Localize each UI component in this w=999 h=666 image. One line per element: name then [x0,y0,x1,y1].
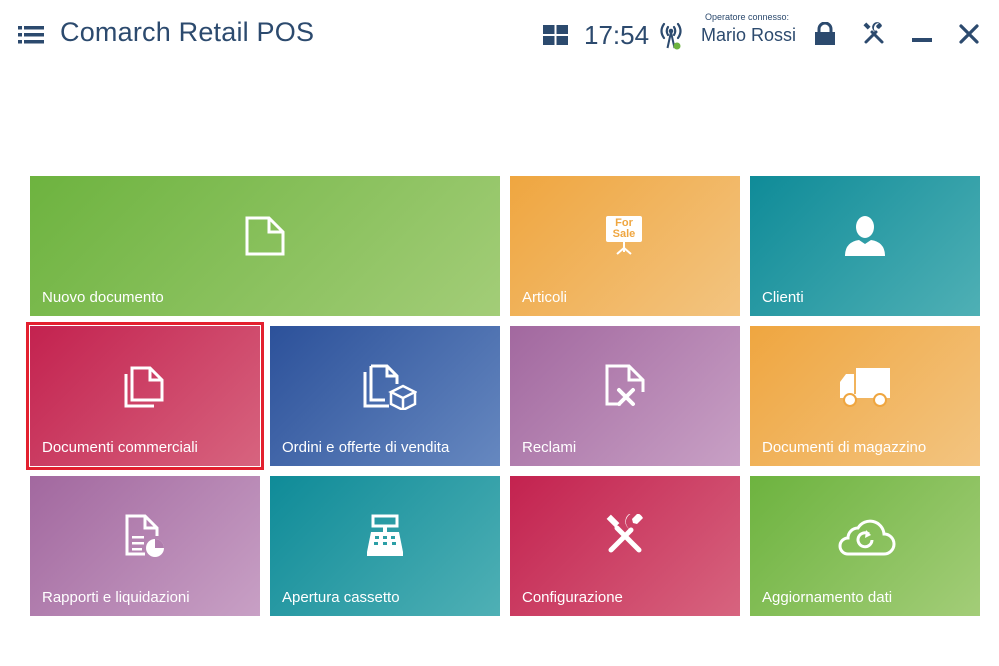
header-bar: Comarch Retail POS 17:54 Operatore conne… [0,0,999,70]
tile-label: Apertura cassetto [282,589,400,606]
tile-label: Articoli [522,289,568,306]
person-icon [845,216,885,256]
tile-label: Rapporti e liquidazioni [42,589,190,606]
documents-box-icon [363,364,417,410]
cash-register-icon [367,514,403,556]
operator-label: Operatore connesso: [705,12,790,22]
minimize-button[interactable] [912,38,932,42]
report-chart-icon [125,514,164,557]
tile-label: Configurazione [522,589,623,606]
settings-tools-icon[interactable] [862,22,886,46]
tile-reclami[interactable]: Reclami [510,326,740,466]
tile-articoli[interactable]: For Sale Articoli [510,176,740,316]
tile-apertura-cassetto[interactable]: Apertura cassetto [270,476,500,616]
truck-icon [840,368,890,407]
tile-label: Documenti commerciali [42,439,198,456]
close-button[interactable] [959,24,979,44]
hamburger-menu-icon[interactable] [18,24,44,46]
tile-documenti-commerciali[interactable]: Documenti commerciali [26,322,264,470]
tile-clienti[interactable]: Clienti [750,176,980,316]
tile-label: Nuovo documento [42,289,164,306]
documents-stack-icon [124,366,164,408]
for-sale-sign-icon: For Sale [604,214,646,256]
tile-label: Reclami [522,439,577,456]
document-icon [245,216,285,256]
app-title: Comarch Retail POS [60,17,315,47]
operator-name: Mario Rossi [701,25,797,45]
tile-label: Ordini e offerte di vendita [282,439,450,456]
tile-configurazione[interactable]: Configurazione [510,476,740,616]
windows-icon[interactable] [543,25,568,45]
tools-icon [606,514,643,553]
tile-label: Documenti di magazzino [762,439,927,456]
lock-icon[interactable] [814,22,836,46]
tile-label: Clienti [762,289,804,306]
connection-antenna-icon [660,22,682,50]
cloud-refresh-icon [838,519,896,556]
tile-nuovo-documento[interactable]: Nuovo documento [30,176,500,316]
tile-ordini-offerte[interactable]: Ordini e offerte di vendita [270,326,500,466]
tile-aggiornamento-dati[interactable]: Aggiornamento dati [750,476,980,616]
document-x-icon [605,364,645,406]
tile-rapporti-liquidazioni[interactable]: Rapporti e liquidazioni [30,476,260,616]
clock: 17:54 [584,20,650,50]
tile-documenti-magazzino[interactable]: Documenti di magazzino [750,326,980,466]
tile-label: Aggiornamento dati [762,589,893,606]
